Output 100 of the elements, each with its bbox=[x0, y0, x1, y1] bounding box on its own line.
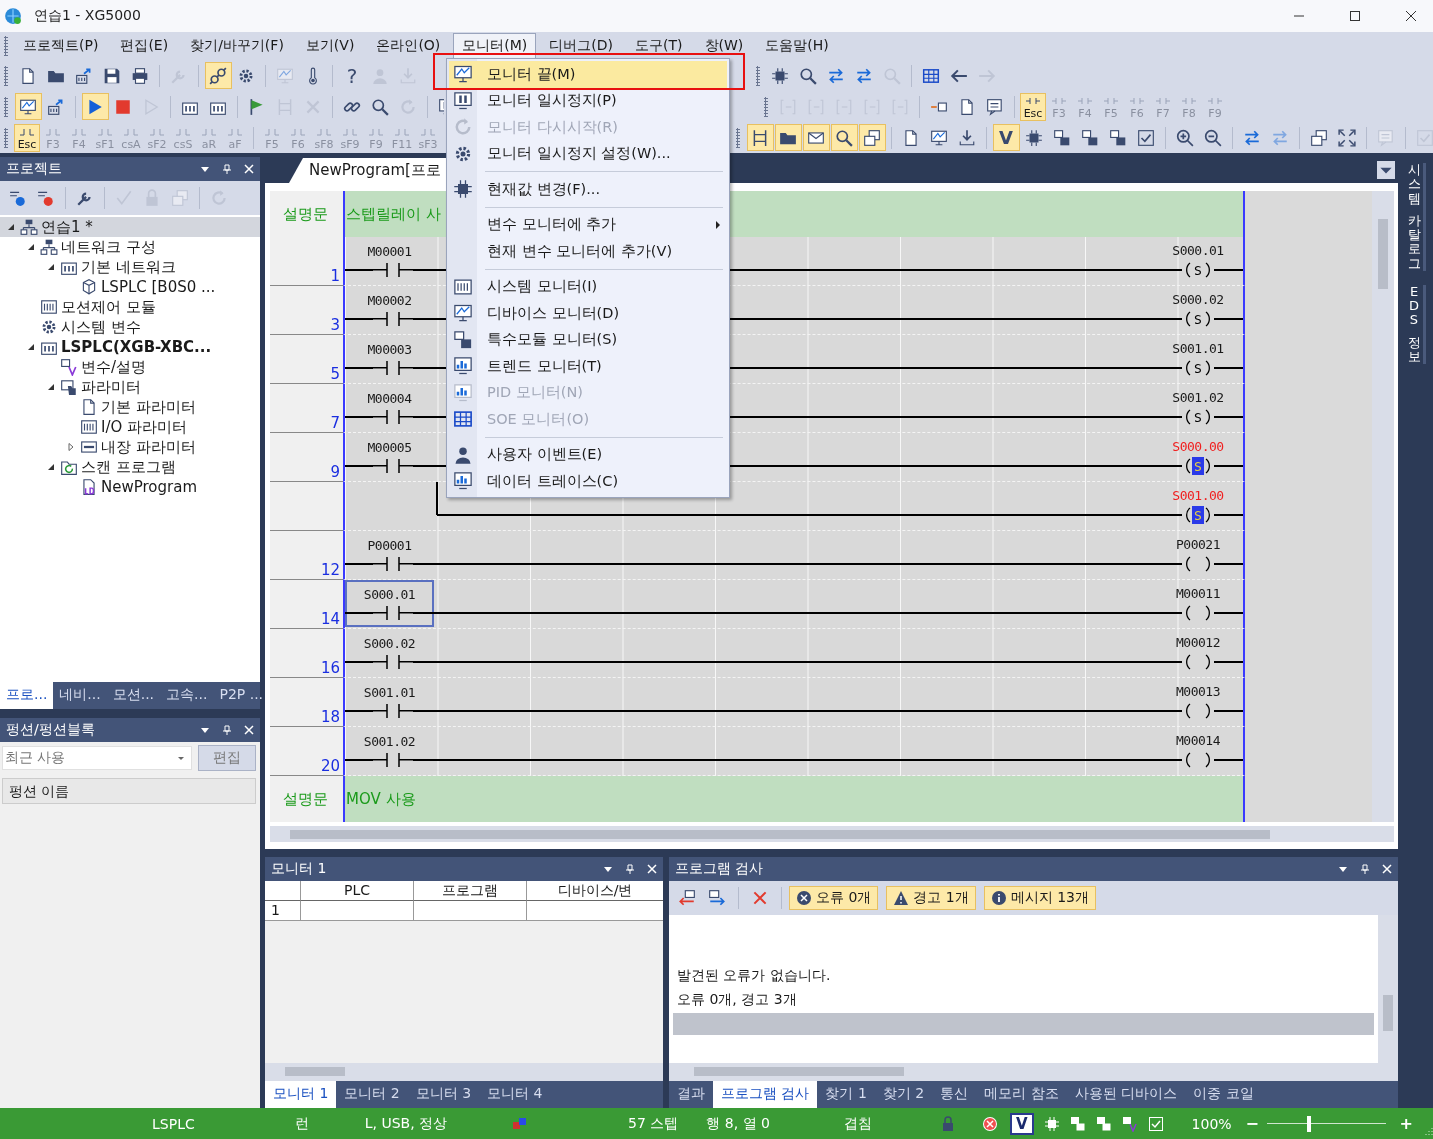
panel-tab[interactable]: 모니터 3 bbox=[407, 1081, 480, 1108]
panel-tab[interactable]: 고속... bbox=[160, 682, 214, 709]
panel-title: 프로젝트 bbox=[6, 160, 62, 178]
panel-tab[interactable]: 프로... bbox=[0, 682, 54, 709]
menu-item[interactable]: 모니터 일시정지(P) bbox=[449, 87, 727, 114]
tree-item[interactable]: 모션제어 모듈 bbox=[0, 297, 260, 317]
line-number: 9 bbox=[330, 463, 340, 481]
menu-item[interactable]: 모니터 일시정지 설정(W)... bbox=[449, 140, 727, 167]
menu-item[interactable]: 현재값 변경(F)... bbox=[449, 176, 727, 203]
line-number: 20 bbox=[320, 757, 340, 775]
panel-title: 모니터 1 bbox=[271, 860, 327, 878]
panel-tab[interactable]: 찾기 1 bbox=[817, 1081, 875, 1108]
help-button[interactable]: ? bbox=[338, 62, 366, 89]
menu-item[interactable]: 도움말(H) bbox=[756, 33, 838, 59]
tree-label: LSPLC(XGB-XBC... bbox=[61, 338, 212, 356]
tree-label: 변수/설명 bbox=[81, 357, 147, 377]
category-dropdown[interactable]: 최근 사용 bbox=[2, 746, 192, 770]
panel-tab[interactable]: 메모리 참조 bbox=[976, 1081, 1067, 1108]
ladder-rung[interactable]: S000.01 M00011 bbox=[343, 580, 1245, 629]
edit-mode: 겹침 bbox=[843, 1114, 872, 1133]
panel-tab[interactable]: 결과 bbox=[669, 1081, 713, 1108]
coil-label: M00013 bbox=[1175, 684, 1221, 699]
menu-item[interactable]: 변수 모니터에 추가 bbox=[449, 211, 727, 238]
column-header: 프로그램 bbox=[414, 881, 527, 901]
ladder-rung[interactable]: P00001 P00021 bbox=[343, 531, 1245, 580]
coil-label: S001.01 bbox=[1171, 341, 1225, 356]
column-header: 펑션 이름 bbox=[2, 778, 256, 804]
contact-label[interactable]: S000.02 bbox=[345, 629, 434, 676]
panel-tab[interactable]: 모니터 2 bbox=[336, 1081, 408, 1108]
panel-title: 프로그램 검사 bbox=[675, 860, 764, 878]
menu-item[interactable]: 사용자 이벤트(E) bbox=[449, 441, 727, 468]
zoom-in-button[interactable]: + bbox=[1399, 1114, 1413, 1133]
side-tab[interactable]: EDS 정보 bbox=[1407, 284, 1426, 365]
tree-item[interactable]: LSPLC [B0S0 ... bbox=[0, 277, 260, 297]
column-header: 디바이스/변 bbox=[527, 881, 663, 901]
menu-item[interactable]: 프로젝트(P) bbox=[14, 33, 108, 59]
coil-label: M00014 bbox=[1175, 733, 1221, 748]
editor-tab[interactable]: NewProgram[프로 bbox=[289, 158, 449, 183]
tree-item[interactable]: 네트워크 구성 bbox=[0, 237, 260, 257]
menu-item[interactable]: 편집(E) bbox=[111, 33, 178, 59]
column-header: PLC bbox=[301, 881, 414, 901]
tree-item[interactable]: 연습1 * bbox=[0, 217, 260, 237]
tree-item[interactable]: LSPLC(XGB-XBC... bbox=[0, 337, 260, 357]
contact-label[interactable]: S001.02 bbox=[345, 727, 434, 774]
contact-label[interactable]: M00003 bbox=[345, 335, 434, 382]
panel-tab[interactable]: 찾기 2 bbox=[874, 1081, 933, 1108]
shortcut-key-button[interactable]: Esc bbox=[14, 123, 40, 152]
menu-item[interactable]: 모니터 끝(M) bbox=[449, 61, 727, 88]
tree-item[interactable]: 스캔 프로그램 bbox=[0, 457, 260, 477]
menu-item[interactable]: 찾기/바꾸기(F) bbox=[181, 33, 293, 59]
ladder-rung[interactable]: S001.02 M00014 bbox=[343, 727, 1245, 776]
menu-item[interactable]: 디바이스 모니터(D) bbox=[449, 300, 727, 327]
panel-tab[interactable]: 통신 bbox=[932, 1081, 977, 1108]
contact-label[interactable]: M00004 bbox=[345, 384, 434, 431]
panel-tab[interactable]: 모션... bbox=[106, 682, 161, 709]
panel-tab[interactable]: 이중 코일 bbox=[1185, 1081, 1262, 1108]
contact-label[interactable]: P00001 bbox=[345, 531, 434, 578]
view-toggle-button[interactable]: V bbox=[992, 124, 1020, 151]
menu-item[interactable]: 모니터(M) bbox=[453, 33, 537, 59]
ladder-rung[interactable]: S001.01 M00013 bbox=[343, 678, 1245, 727]
contact-label[interactable]: M00002 bbox=[345, 286, 434, 333]
tree-item[interactable]: 기본 네트워크 bbox=[0, 257, 260, 277]
tree-label: 연습1 * bbox=[41, 217, 93, 237]
filter-button[interactable]: 메시지 13개 bbox=[983, 886, 1096, 910]
menu-item[interactable]: 온라인(O) bbox=[367, 33, 450, 59]
panel-tab[interactable]: P2P ... bbox=[213, 682, 270, 709]
filter-button[interactable]: 경고 1개 bbox=[886, 886, 976, 910]
window-title: 연습1 - XG5000 bbox=[34, 7, 141, 25]
tree-item[interactable]: I/O 파라미터 bbox=[0, 417, 260, 437]
contact-label[interactable]: M00001 bbox=[345, 237, 434, 284]
menu-item[interactable]: 트렌드 모니터(T) bbox=[449, 353, 727, 380]
panel-tab[interactable]: 사용된 디바이스 bbox=[1066, 1081, 1186, 1108]
zoom-out-button[interactable]: − bbox=[1245, 1114, 1259, 1133]
panel-tab[interactable]: 모니터 1 bbox=[265, 1081, 337, 1108]
panel-tab[interactable]: 네비... bbox=[53, 682, 107, 709]
filter-button[interactable]: 오류 0개 bbox=[789, 886, 879, 910]
panel-tab[interactable]: 모니터 4 bbox=[479, 1081, 551, 1108]
tree-item[interactable]: 내장 파라미터 bbox=[0, 437, 260, 457]
tree-label: LSPLC [B0S0 ... bbox=[101, 278, 216, 296]
contact-label[interactable]: S001.01 bbox=[345, 678, 434, 725]
view-toggle-button[interactable]: V bbox=[1009, 1112, 1034, 1135]
tree-item[interactable]: 기본 파라미터 bbox=[0, 397, 260, 417]
coil-label: S000.02 bbox=[1171, 292, 1225, 307]
tree-item[interactable]: 시스템 변수 bbox=[0, 317, 260, 337]
tree-label: 내장 파라미터 bbox=[101, 437, 196, 457]
panel-tab[interactable]: 프로그램 검사 bbox=[713, 1081, 818, 1108]
contact-label[interactable]: M00005 bbox=[345, 433, 434, 480]
menu-item[interactable]: 현재 변수 모니터에 추가(V) bbox=[449, 238, 727, 265]
run-mode: 런 bbox=[294, 1114, 309, 1133]
line-number: 1 bbox=[330, 267, 340, 285]
tree-item[interactable]: 변수/설명 bbox=[0, 357, 260, 377]
contact-label[interactable]: S000.01 bbox=[345, 580, 434, 627]
line-number: 14 bbox=[320, 610, 340, 628]
menu-item[interactable]: 보기(V) bbox=[296, 33, 364, 59]
shortcut-key-button[interactable]: Esc bbox=[1020, 92, 1046, 121]
tree-item[interactable]: 파라미터 bbox=[0, 377, 260, 397]
side-tab[interactable]: 시스템 카탈로그 bbox=[1407, 163, 1426, 271]
tree-item[interactable]: NewProgram bbox=[0, 477, 260, 497]
comment-label: 설명문 bbox=[282, 789, 328, 809]
ladder-rung[interactable]: S000.02 M00012 bbox=[343, 629, 1245, 678]
